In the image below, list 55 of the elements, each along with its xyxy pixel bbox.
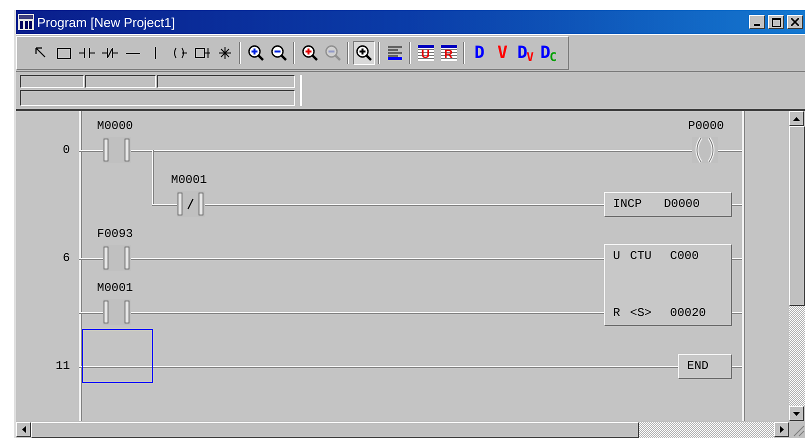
scroll-left-button[interactable] xyxy=(16,422,31,437)
align-icon xyxy=(386,44,404,62)
app-icon xyxy=(18,14,34,30)
open-contact-icon xyxy=(103,137,131,163)
down-arrow-icon xyxy=(793,412,800,416)
status-field xyxy=(85,75,156,88)
zoom-in-icon xyxy=(246,44,264,62)
counter-text: CTU xyxy=(630,249,653,264)
horizontal-scrollbar[interactable] xyxy=(16,422,789,438)
scroll-thumb[interactable] xyxy=(789,126,805,306)
toolbar-letter-button[interactable]: R xyxy=(438,41,460,65)
instruction-text: INCP xyxy=(613,197,642,212)
scroll-right-button[interactable] xyxy=(774,422,789,437)
coil-icon xyxy=(692,137,718,163)
end-text: END xyxy=(687,359,709,374)
toolbar-letter-button[interactable]: D xyxy=(468,41,490,65)
close-icon xyxy=(791,18,799,26)
horizontal-line-icon xyxy=(126,52,140,54)
vertical-line-icon xyxy=(155,47,156,59)
step-number: 11 xyxy=(54,358,70,374)
scroll-down-button[interactable] xyxy=(789,406,804,421)
close-button[interactable] xyxy=(787,15,803,29)
coil-address: P0000 xyxy=(688,119,724,133)
counter-text: <S> xyxy=(630,306,653,321)
contact-address: M0001 xyxy=(97,281,134,295)
zoom-out-icon xyxy=(324,44,342,62)
counter-text: C000 xyxy=(670,249,699,264)
maximize-button[interactable] xyxy=(768,15,784,29)
status-field xyxy=(20,75,84,88)
zoom-out-icon xyxy=(270,44,288,62)
contact-address: M0001 xyxy=(171,173,208,187)
zoom-fit-icon xyxy=(354,44,372,62)
scroll-thumb[interactable] xyxy=(31,422,639,438)
counter-text: 00020 xyxy=(670,306,706,321)
step-number: 0 xyxy=(62,142,70,158)
instruction-text: D0000 xyxy=(664,197,700,212)
vertical-scrollbar[interactable] xyxy=(789,111,805,421)
counter-text: U xyxy=(613,249,622,264)
contact-address: F0093 xyxy=(97,227,134,241)
scroll-up-button[interactable] xyxy=(789,111,804,126)
zoom-in-icon xyxy=(300,44,318,62)
left-arrow-icon xyxy=(22,426,26,433)
toolbar-letter-button[interactable]: U xyxy=(414,41,436,65)
contact-address: M0000 xyxy=(97,119,134,133)
closed-contact-icon xyxy=(177,191,205,217)
minimize-button[interactable] xyxy=(749,15,765,29)
open-contact-icon xyxy=(103,245,131,271)
counter-text: R xyxy=(613,306,622,321)
open-contact-icon xyxy=(103,299,131,325)
up-arrow-icon xyxy=(793,116,800,120)
maximize-icon xyxy=(772,18,780,26)
toolbar-button[interactable] xyxy=(352,41,374,65)
right-arrow-icon xyxy=(780,426,784,433)
window-title: Program [New Project1] xyxy=(37,14,175,30)
step-number: 6 xyxy=(62,250,70,266)
